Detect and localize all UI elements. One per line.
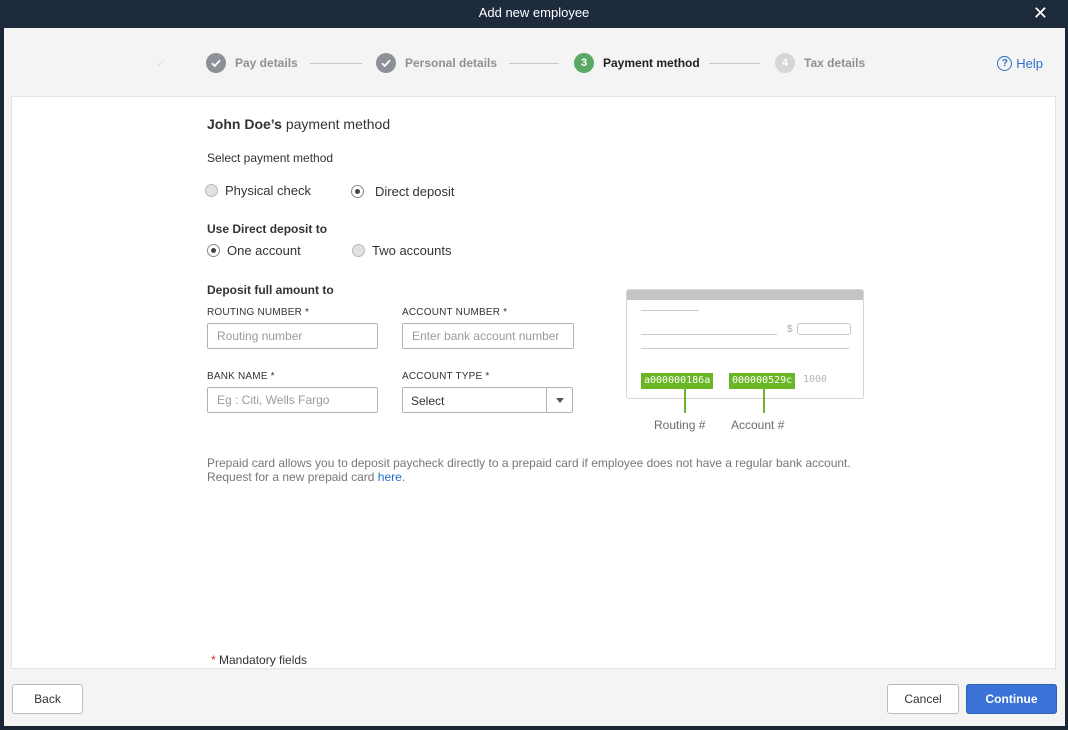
check-circle-icon [206, 53, 226, 73]
account-pointer [763, 389, 765, 413]
routing-micr: a000000186a [641, 373, 714, 389]
prepaid-text: Prepaid card allows you to deposit paych… [207, 456, 851, 470]
step-payment-method[interactable]: 3 Payment method [574, 53, 700, 73]
check-line [641, 310, 699, 311]
window-titlebar: Add new employee ✕ [0, 0, 1068, 28]
faint-check-icon: ✓ [156, 56, 167, 70]
account-number-label: ACCOUNT NUMBER * [402, 307, 508, 318]
step-connector [509, 63, 559, 64]
required-asterisk: * [211, 653, 216, 667]
step-label: Payment method [603, 56, 700, 70]
close-icon[interactable]: ✕ [1033, 4, 1048, 22]
continue-button[interactable]: Continue [966, 684, 1057, 714]
use-direct-deposit-label: Use Direct deposit to [207, 222, 328, 236]
amount-box [797, 323, 851, 335]
account-number-input[interactable] [402, 323, 574, 349]
back-button[interactable]: Back [12, 684, 83, 714]
radio-two-accounts[interactable]: Two accounts [352, 243, 452, 258]
help-link[interactable]: ? Help [997, 56, 1043, 71]
account-type-value: Select [411, 394, 445, 408]
step-pay-details[interactable]: Pay details [206, 53, 298, 73]
select-method-label: Select payment method [207, 151, 334, 165]
step-label: Personal details [405, 56, 498, 70]
prepaid-request-text: Request for a new prepaid card [207, 470, 375, 484]
routing-number-input[interactable] [207, 323, 378, 349]
account-type-label: ACCOUNT TYPE * [402, 371, 490, 382]
dialog-window: ✓ Pay details Personal details 3 Payment… [4, 28, 1065, 726]
step-connector [310, 63, 362, 64]
window-title: Add new employee [478, 5, 590, 20]
step-personal-details[interactable]: Personal details [376, 53, 497, 73]
help-label: Help [1016, 56, 1043, 71]
mandatory-text: Mandatory fields [219, 653, 308, 667]
form-panel: John Doe’s payment method Select payment… [11, 96, 1056, 669]
radio-direct-deposit[interactable]: Direct deposit [351, 184, 454, 199]
check-circle-icon [376, 53, 396, 73]
radio-label: Two accounts [372, 243, 452, 258]
check-line [641, 348, 849, 349]
radio-label: One account [227, 243, 301, 258]
check-number: 1000 [803, 374, 828, 385]
prepaid-card-info: Prepaid card allows you to deposit paych… [207, 456, 851, 484]
chevron-down-icon[interactable] [546, 388, 572, 412]
check-illustration: $ a000000186a 000000529c 1000 [626, 289, 864, 399]
page-title: John Doe’s payment method [207, 116, 390, 132]
step-number: 3 [574, 53, 594, 73]
mandatory-note: * Mandatory fields [211, 653, 307, 667]
check-top-bar [627, 290, 863, 300]
heading-text: payment method [285, 116, 391, 132]
progress-stepper: ✓ Pay details Personal details 3 Payment… [4, 28, 1065, 96]
account-type-select[interactable]: Select [402, 387, 573, 413]
step-label: Pay details [235, 56, 298, 70]
cancel-button[interactable]: Cancel [887, 684, 959, 714]
account-caption: Account # [731, 418, 785, 432]
employee-name: John Doe’s [207, 116, 282, 132]
radio-physical-check[interactable]: Physical check [205, 183, 311, 198]
radio-button-selected-icon [351, 185, 364, 198]
check-line [641, 334, 777, 335]
step-connector [709, 63, 760, 64]
bank-name-label: BANK NAME * [207, 371, 275, 382]
routing-number-label: ROUTING NUMBER * [207, 307, 310, 318]
account-micr: 000000529c [729, 373, 796, 389]
radio-label: Physical check [225, 183, 311, 198]
radio-one-account[interactable]: One account [207, 243, 301, 258]
radio-label: Direct deposit [375, 184, 455, 199]
routing-caption: Routing # [654, 418, 706, 432]
radio-button-icon [205, 184, 218, 197]
routing-pointer [684, 389, 686, 413]
prepaid-period: . [401, 470, 406, 484]
radio-button-selected-icon [207, 244, 220, 257]
radio-button-icon [352, 244, 365, 257]
prepaid-here-link[interactable]: here [378, 470, 402, 484]
dollar-sign: $ [787, 324, 793, 335]
bank-name-input[interactable] [207, 387, 378, 413]
deposit-full-amount-label: Deposit full amount to [207, 283, 334, 297]
step-number: 4 [775, 53, 795, 73]
help-icon: ? [997, 56, 1013, 71]
step-tax-details[interactable]: 4 Tax details [775, 53, 865, 73]
step-label: Tax details [804, 56, 866, 70]
